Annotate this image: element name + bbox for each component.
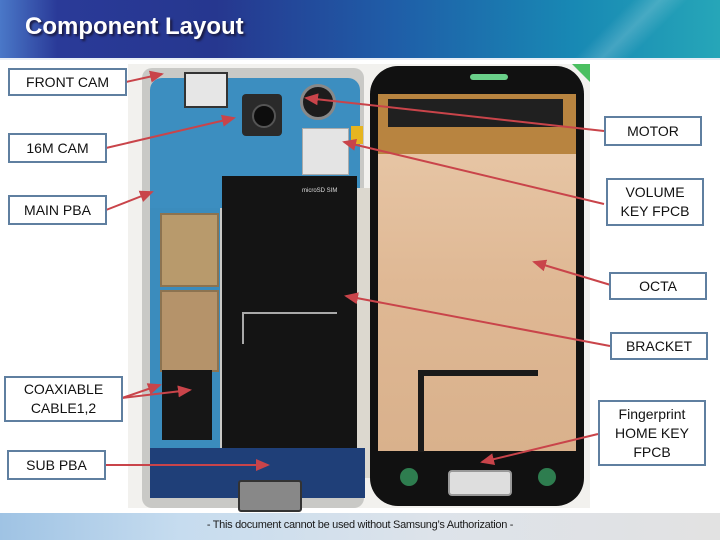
coax-cable-area — [162, 370, 212, 440]
bracket-marking — [242, 312, 337, 314]
usb-connector — [238, 480, 302, 512]
label-main-pba: MAIN PBA — [8, 195, 107, 225]
octa-panel — [378, 121, 576, 451]
volume-key-connector — [351, 126, 363, 144]
label-coaxiable-cable: COAXIABLE CABLE1,2 — [4, 376, 123, 422]
octa-display-assembly — [370, 66, 584, 506]
header-decoration — [540, 0, 700, 58]
phone-rear-assembly: microSD SIM — [142, 68, 371, 512]
label-16m-cam: 16M CAM — [8, 133, 107, 163]
home-key-fpcb — [418, 370, 424, 452]
slide-footer: - This document cannot be used without S… — [0, 513, 720, 540]
authorization-notice: - This document cannot be used without S… — [206, 519, 514, 531]
component-photo: microSD SIM — [128, 64, 590, 512]
sim-tray — [302, 128, 349, 175]
bracket-rail — [357, 188, 371, 478]
label-sub-pba: SUB PBA — [7, 450, 106, 480]
microsd-marking: microSD SIM — [302, 188, 338, 194]
label-volume-key-fpcb: VOLUME KEY FPCB — [606, 178, 704, 226]
shield-can — [160, 213, 219, 287]
label-octa: OCTA — [609, 272, 707, 300]
earpiece-receiver — [470, 74, 508, 80]
soft-key-left — [400, 468, 418, 486]
soft-key-right — [538, 468, 556, 486]
rear-camera-16m — [242, 94, 282, 136]
display-top-fpcb — [378, 94, 576, 154]
vibration-motor — [300, 84, 336, 120]
fpcb-chip-area — [388, 99, 563, 127]
shield-can — [160, 290, 219, 372]
label-bracket: BRACKET — [610, 332, 708, 360]
slide-header: Component Layout — [0, 0, 720, 58]
home-key-fpcb — [418, 370, 538, 376]
front-cam-module — [184, 72, 228, 108]
label-front-cam: FRONT CAM — [8, 68, 127, 96]
slide-title: Component Layout — [25, 13, 244, 40]
label-fingerprint-home-key-fpcb: Fingerprint HOME KEY FPCB — [598, 400, 706, 466]
header-divider — [0, 58, 720, 60]
camera-lens — [252, 104, 276, 128]
label-motor: MOTOR — [604, 116, 702, 146]
home-key — [448, 470, 512, 496]
bracket-marking — [242, 312, 244, 344]
